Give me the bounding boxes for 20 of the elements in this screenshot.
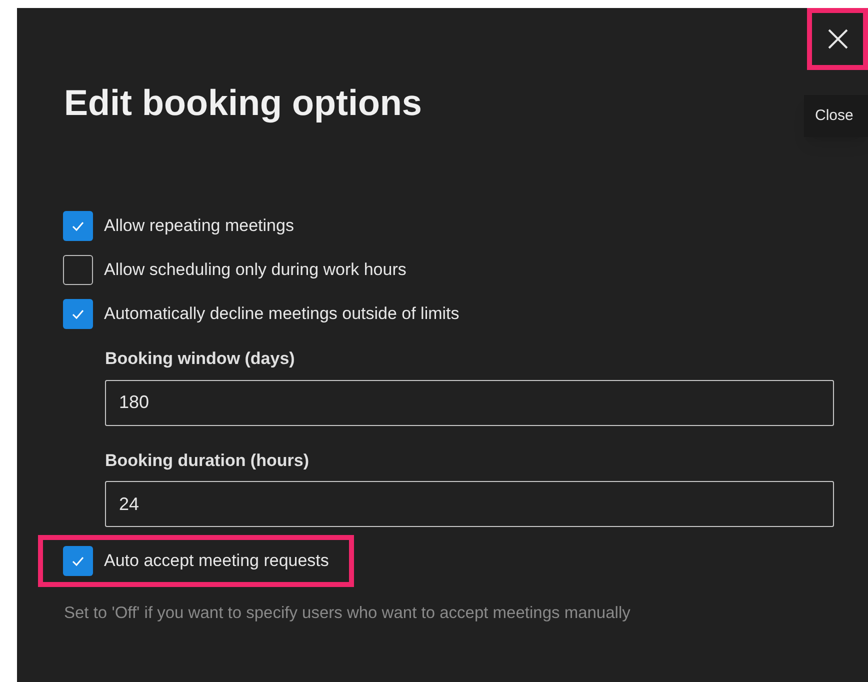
field-label: Booking window (days) (105, 348, 296, 370)
checkbox-label: Automatically decline meetings outside of limits (104, 303, 460, 326)
close-button[interactable] (807, 8, 868, 70)
checkmark-icon (71, 307, 85, 321)
field-label: Booking duration (hours) (105, 450, 310, 472)
checkbox[interactable] (63, 299, 93, 329)
checkbox-label: Allow repeating meetings (104, 215, 294, 238)
checkbox-label: Auto accept meeting requests (104, 550, 329, 572)
checkbox[interactable] (63, 211, 93, 241)
dialog-title: Edit booking options (64, 81, 422, 125)
checkbox-label: Allow scheduling only during work hours (104, 259, 406, 282)
checkmark-icon (71, 554, 85, 568)
checkbox[interactable] (63, 546, 93, 576)
hint-text: Set to 'Off' if you want to specify users who want to accept meetings manually (64, 603, 632, 624)
input-field[interactable]: 180 (105, 380, 834, 426)
checkmark-icon (71, 219, 85, 233)
close-icon (826, 28, 848, 50)
checkbox[interactable] (63, 255, 93, 285)
tooltip: Close (804, 95, 868, 137)
input-field[interactable]: 24 (105, 481, 834, 527)
